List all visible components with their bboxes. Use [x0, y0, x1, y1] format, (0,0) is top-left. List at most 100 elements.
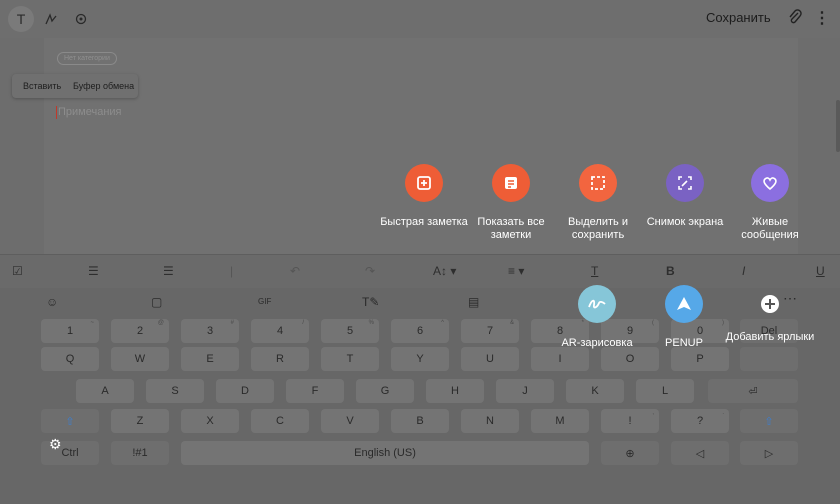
shortcut-item[interactable]: Снимок экрана: [637, 164, 733, 229]
key-backspace[interactable]: [740, 347, 798, 371]
key-label: !#1: [132, 447, 148, 459]
key-secondary-label: ~: [90, 320, 94, 326]
key-f[interactable]: F: [286, 379, 344, 403]
shortcut-label: AR-зарисовка: [561, 337, 633, 349]
key-symbols[interactable]: !#1: [111, 441, 169, 465]
underline-icon[interactable]: U: [816, 264, 825, 278]
key-o[interactable]: O: [601, 347, 659, 371]
emoji-icon[interactable]: ☺: [46, 295, 58, 309]
key-b[interactable]: B: [391, 409, 449, 433]
bullet-list-icon[interactable]: ☰: [163, 264, 174, 278]
shortcut-label: Выделить и сохранить: [568, 216, 628, 241]
key-label: Z: [136, 415, 144, 427]
more-options-icon[interactable]: ⋮: [814, 8, 830, 28]
key-t[interactable]: T: [321, 347, 379, 371]
handwriting-icon[interactable]: T✎: [362, 295, 379, 309]
key-k[interactable]: K: [566, 379, 624, 403]
enter-icon: ⏎: [748, 385, 758, 398]
undo-icon[interactable]: ↶: [290, 264, 300, 278]
shortcut-item[interactable]: Выделить и сохранить: [550, 164, 646, 242]
add-icon: [757, 291, 783, 317]
clipboard-icon[interactable]: ▤: [468, 295, 479, 309]
key-n[interactable]: N: [461, 409, 519, 433]
key-4[interactable]: 4/: [251, 319, 309, 343]
brush-mode-icon[interactable]: [68, 6, 94, 32]
key-shift-right[interactable]: ⇧: [740, 409, 798, 433]
key-6[interactable]: 6 ^: [391, 319, 449, 343]
pen-mode-icon[interactable]: [38, 6, 64, 32]
clipboard-button[interactable]: Буфер обмена: [73, 81, 134, 91]
key-h[interactable]: H: [426, 379, 484, 403]
key-m[interactable]: M: [531, 409, 589, 433]
bold-icon[interactable]: B: [666, 264, 675, 278]
redo-icon[interactable]: ↷: [365, 264, 375, 278]
key-2[interactable]: 2 @: [111, 319, 169, 343]
key-r[interactable]: R: [251, 347, 309, 371]
checkbox-icon[interactable]: ☑: [12, 264, 23, 278]
key-q[interactable]: Q: [41, 347, 99, 371]
key-![interactable]: !,: [601, 409, 659, 433]
settings-gear-icon[interactable]: ⚙: [49, 436, 62, 453]
key-c[interactable]: C: [251, 409, 309, 433]
key-d[interactable]: D: [216, 379, 274, 403]
key-?[interactable]: ?.: [671, 409, 729, 433]
key-space[interactable]: English (US): [181, 441, 589, 465]
key-secondary-label: /: [302, 320, 304, 326]
text-color-icon[interactable]: T: [591, 264, 598, 278]
notes-placeholder[interactable]: Примечания: [58, 106, 122, 118]
shortcut-item[interactable]: AR-зарисовка: [549, 285, 645, 350]
key-z[interactable]: Z: [111, 409, 169, 433]
key-right-arrow[interactable]: ▷: [740, 441, 798, 465]
key-label: G: [380, 385, 390, 397]
right-arrow-icon: ▷: [764, 447, 774, 460]
key-label: K: [591, 385, 599, 397]
shortcut-item[interactable]: PENUP: [636, 285, 732, 350]
key-l[interactable]: L: [636, 379, 694, 403]
key-5[interactable]: 5%: [321, 319, 379, 343]
key-left-arrow[interactable]: ◁: [671, 441, 729, 465]
key-label: F: [311, 385, 319, 397]
sticker-icon[interactable]: ▢: [151, 295, 162, 309]
shortcut-label: Быстрая заметка: [380, 216, 468, 228]
key-secondary-label: %: [368, 320, 374, 326]
shortcut-item[interactable]: Показать все заметки: [463, 164, 559, 242]
scrollbar[interactable]: [836, 100, 840, 152]
shortcut-item[interactable]: Добавить ярлыки: [722, 285, 818, 344]
category-chip[interactable]: Нет категории: [57, 52, 117, 65]
paste-button[interactable]: Вставить: [23, 81, 61, 91]
key-enter[interactable]: ⏎: [708, 379, 798, 403]
key-x[interactable]: X: [181, 409, 239, 433]
align-icon[interactable]: ≡ ▾: [508, 264, 524, 278]
key-label: J: [522, 385, 528, 397]
key-e[interactable]: E: [181, 347, 239, 371]
penup-icon: [665, 285, 703, 323]
key-language[interactable]: ⊕: [601, 441, 659, 465]
gif-icon[interactable]: GIF: [258, 297, 271, 306]
key-y[interactable]: Y: [391, 347, 449, 371]
key-g[interactable]: G: [356, 379, 414, 403]
key-p[interactable]: P: [671, 347, 729, 371]
shortcut-item[interactable]: Живые сообщения: [722, 164, 818, 242]
key-label: C: [276, 415, 284, 427]
key-v[interactable]: V: [321, 409, 379, 433]
key-a[interactable]: A: [76, 379, 134, 403]
shift-icon: ⇧: [65, 415, 75, 428]
key-i[interactable]: I: [531, 347, 589, 371]
key-7[interactable]: 7 &: [461, 319, 519, 343]
save-button[interactable]: Сохранить: [706, 10, 771, 25]
key-u[interactable]: U: [461, 347, 519, 371]
attach-icon[interactable]: [788, 9, 802, 29]
shortcut-item[interactable]: Быстрая заметка: [376, 164, 472, 229]
font-size-icon[interactable]: A↕ ▾: [433, 264, 456, 278]
key-secondary-label: ^: [441, 320, 444, 326]
key-3[interactable]: 3 #: [181, 319, 239, 343]
key-w[interactable]: W: [111, 347, 169, 371]
numbered-list-icon[interactable]: ☰: [88, 264, 99, 278]
key-s[interactable]: S: [146, 379, 204, 403]
text-mode-icon[interactable]: T: [8, 6, 34, 32]
italic-icon[interactable]: I: [742, 264, 745, 278]
key-j[interactable]: J: [496, 379, 554, 403]
key-1[interactable]: 1 ~: [41, 319, 99, 343]
key-shift-left[interactable]: ⇧: [41, 409, 99, 433]
ar-doodle-icon: [578, 285, 616, 323]
